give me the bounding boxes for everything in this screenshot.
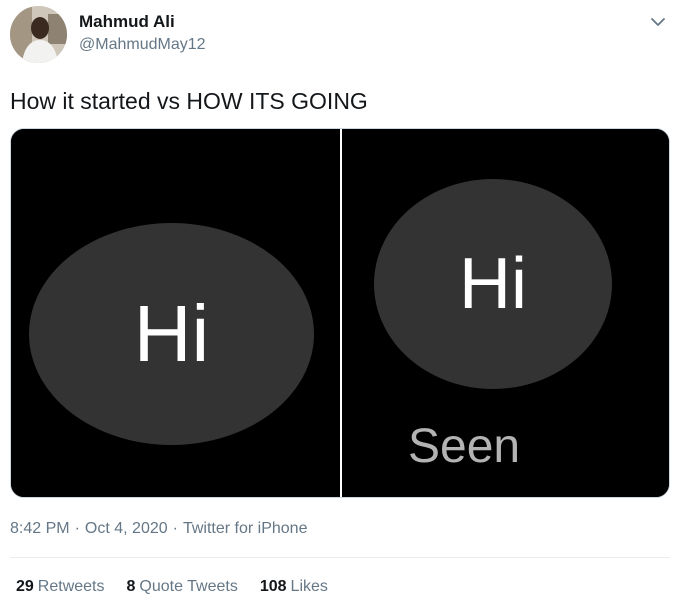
profile-photo-icon bbox=[10, 6, 67, 63]
tweet-date[interactable]: Oct 4, 2020 bbox=[85, 520, 168, 537]
media-panel-right: Hi Seen bbox=[342, 129, 669, 497]
tweet-source[interactable]: Twitter for iPhone bbox=[183, 520, 308, 537]
retweets-count: 29 bbox=[16, 578, 34, 595]
tweet-text: How it started vs HOW ITS GOING bbox=[10, 88, 368, 114]
likes-label: Likes bbox=[290, 578, 328, 595]
message-bubble-left-text: Hi bbox=[133, 289, 210, 378]
tweet-time[interactable]: 8:42 PM bbox=[10, 520, 70, 537]
meta-separator: · bbox=[74, 520, 80, 537]
quote-tweets-stat[interactable]: 8 Quote Tweets bbox=[127, 578, 238, 596]
tweet-stats: 29 Retweets 8 Quote Tweets 108 Likes bbox=[16, 578, 328, 596]
chevron-down-icon[interactable] bbox=[648, 12, 668, 32]
message-bubble-left: Hi bbox=[29, 223, 314, 445]
divider bbox=[10, 557, 670, 558]
likes-stat[interactable]: 108 Likes bbox=[260, 578, 328, 596]
seen-status-text: Seen bbox=[408, 420, 521, 473]
quote-tweets-count: 8 bbox=[126, 578, 136, 595]
likes-count: 108 bbox=[259, 578, 287, 595]
message-bubble-right-text: Hi bbox=[459, 244, 527, 324]
media-panel-left: Hi bbox=[11, 129, 340, 497]
quote-tweets-label: Quote Tweets bbox=[139, 578, 238, 595]
meta-separator: · bbox=[172, 520, 178, 537]
avatar[interactable] bbox=[10, 6, 67, 63]
retweets-stat[interactable]: 29 Retweets bbox=[16, 578, 105, 596]
tweet-media[interactable]: Hi Hi Seen bbox=[10, 128, 670, 498]
author-display-name[interactable]: Mahmud Ali bbox=[79, 12, 175, 32]
message-bubble-right: Hi bbox=[374, 179, 612, 389]
retweets-label: Retweets bbox=[37, 578, 105, 595]
tweet-meta: 8:42 PM · Oct 4, 2020 · Twitter for iPhone bbox=[10, 520, 307, 538]
author-handle[interactable]: @MahmudMay12 bbox=[79, 36, 206, 54]
